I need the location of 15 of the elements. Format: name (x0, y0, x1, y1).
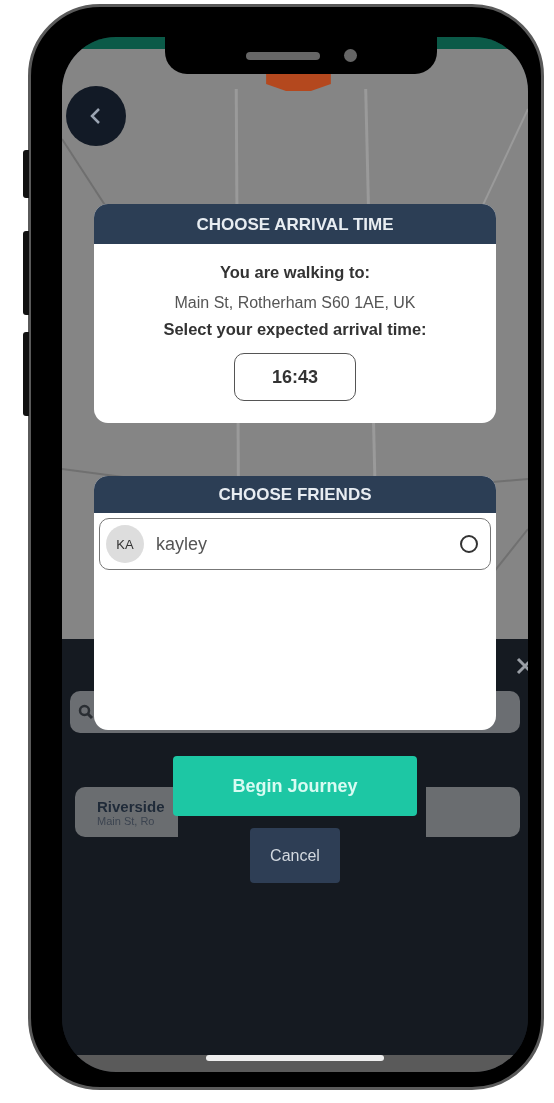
friend-name: kayley (156, 533, 209, 555)
prompt-text: Select your expected arrival time: (163, 320, 427, 339)
radio-button[interactable] (460, 535, 478, 553)
avatar: KA (106, 525, 144, 563)
dialog-title: CHOOSE ARRIVAL TIME (94, 204, 496, 244)
location-name: Riverside (97, 797, 166, 815)
search-icon (78, 704, 94, 720)
friend-item[interactable]: KA kayley (99, 518, 491, 570)
time-field[interactable]: 16:43 (234, 353, 356, 401)
destination-text: Main St, Rotherham S60 1AE, UK (174, 294, 416, 312)
intro-text: You are walking to: (219, 263, 370, 282)
dialog-title: CHOOSE FRIENDS (94, 476, 496, 513)
chevron-left-icon (89, 107, 103, 125)
camera-dot (343, 49, 357, 62)
cancel-button[interactable]: Cancel (250, 828, 340, 883)
